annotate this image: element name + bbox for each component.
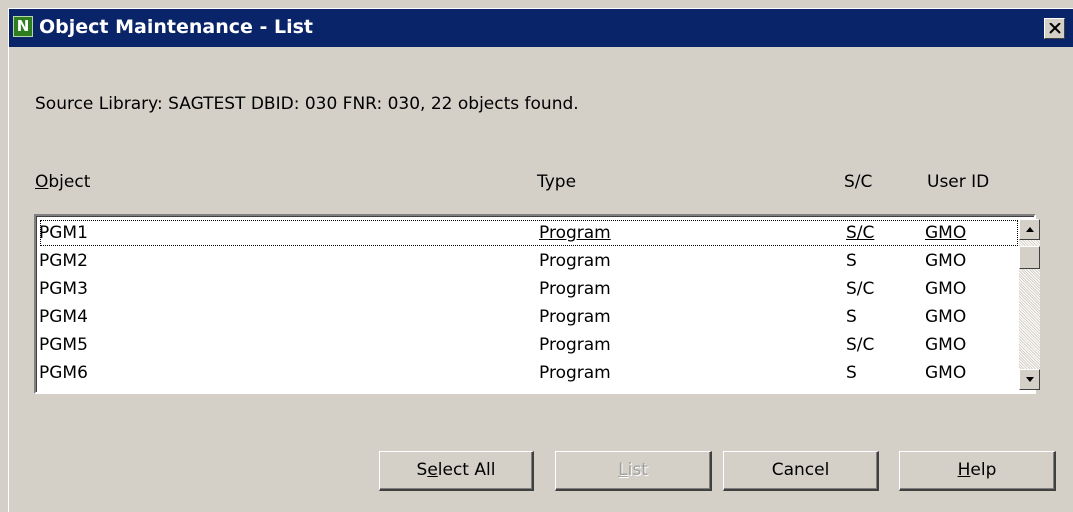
- object-maintenance-dialog: N Object Maintenance - List Source Libra…: [8, 8, 1073, 512]
- help-button[interactable]: Help: [899, 451, 1056, 491]
- object-type: Program: [539, 251, 611, 271]
- arrow-up-icon: [1026, 227, 1034, 232]
- select-all-mnemonic: e: [427, 460, 438, 480]
- list-item[interactable]: PGM2 Program S GMO: [39, 247, 1019, 275]
- object-sc: S: [846, 251, 857, 271]
- select-all-button[interactable]: Select All: [379, 451, 534, 491]
- object-header-rest: bject: [48, 172, 91, 192]
- list-item[interactable]: PGM4 Program S GMO: [39, 303, 1019, 331]
- object-name: PGM5: [39, 335, 88, 355]
- column-header-sc: S/C: [844, 172, 873, 192]
- title-bar[interactable]: N Object Maintenance - List: [9, 9, 1073, 47]
- object-name: PGM4: [39, 307, 88, 327]
- object-sc: S/C: [846, 223, 875, 243]
- object-name: PGM2: [39, 251, 88, 271]
- help-mnemonic: H: [957, 460, 971, 480]
- select-all-post: lect All: [437, 460, 496, 480]
- vertical-scrollbar[interactable]: [1019, 219, 1040, 390]
- source-library-info: Source Library: SAGTEST DBID: 030 FNR: 0…: [35, 94, 579, 114]
- object-list-rows: PGM1 Program S/C GMO PGM2 Program S GMO …: [39, 219, 1019, 387]
- list-item[interactable]: PGM3 Program S/C GMO: [39, 275, 1019, 303]
- object-type: Program: [539, 363, 611, 383]
- object-user-id: GMO: [925, 251, 967, 271]
- cancel-button[interactable]: Cancel: [723, 451, 879, 491]
- object-user-id: GMO: [925, 307, 967, 327]
- arrow-down-icon: [1026, 377, 1034, 382]
- object-sc: S: [846, 363, 857, 383]
- scrollbar-thumb[interactable]: [1019, 246, 1040, 269]
- list-item[interactable]: PGM5 Program S/C GMO: [39, 331, 1019, 359]
- column-header-user-id: User ID: [927, 172, 990, 192]
- list-item[interactable]: PGM1 Program S/C GMO: [39, 219, 1019, 247]
- scroll-down-button[interactable]: [1019, 369, 1040, 390]
- object-list[interactable]: PGM1 Program S/C GMO PGM2 Program S GMO …: [34, 214, 1040, 394]
- object-user-id: GMO: [925, 363, 967, 383]
- object-sc: S: [846, 307, 857, 327]
- list-button[interactable]: List: [555, 451, 712, 491]
- object-user-id: GMO: [925, 223, 967, 243]
- close-button[interactable]: [1044, 18, 1065, 39]
- close-icon: [1049, 23, 1061, 34]
- object-type: Program: [539, 335, 611, 355]
- column-header-object: Object: [35, 171, 90, 193]
- object-name: PGM1: [39, 223, 88, 243]
- natural-n-icon: N: [13, 16, 33, 37]
- column-header-type: Type: [537, 172, 577, 192]
- list-item[interactable]: PGM6 Program S GMO: [39, 359, 1019, 387]
- object-sc: S/C: [846, 279, 875, 299]
- object-type: Program: [539, 279, 611, 299]
- object-name: PGM6: [39, 363, 88, 383]
- object-user-id: GMO: [925, 279, 967, 299]
- window-title: Object Maintenance - List: [39, 16, 313, 38]
- object-mnemonic: O: [35, 172, 49, 192]
- object-name: PGM3: [39, 279, 88, 299]
- list-mnemonic: L: [618, 460, 628, 480]
- object-sc: S/C: [846, 335, 875, 355]
- scroll-up-button[interactable]: [1019, 219, 1040, 240]
- object-type: Program: [539, 223, 611, 243]
- select-all-pre: S: [416, 460, 428, 480]
- help-post: elp: [970, 460, 997, 480]
- object-type: Program: [539, 307, 611, 327]
- object-user-id: GMO: [925, 335, 967, 355]
- list-post: ist: [627, 460, 648, 480]
